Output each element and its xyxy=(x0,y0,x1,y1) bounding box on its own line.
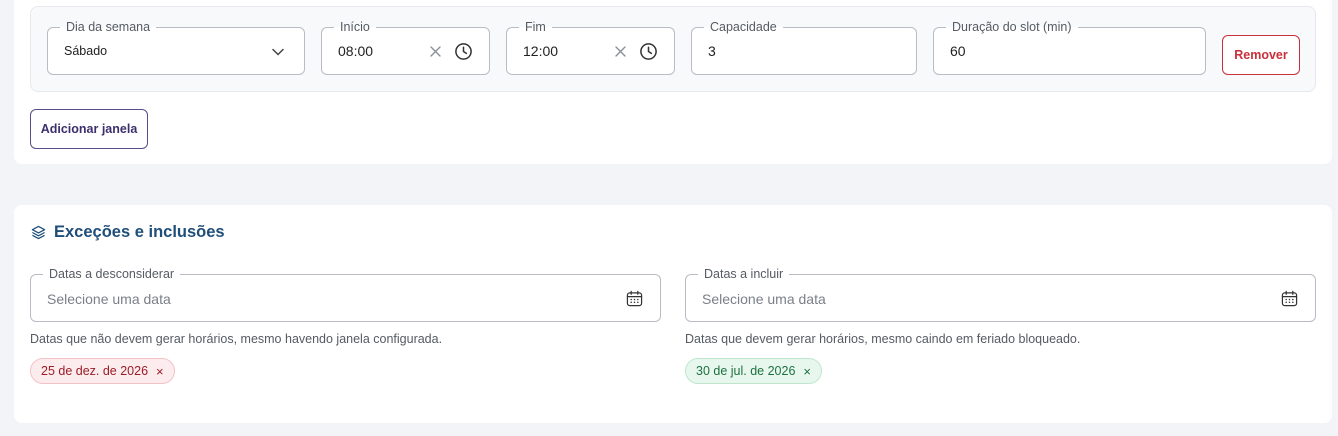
exclude-dates-helper: Datas que não devem gerar horários, mesm… xyxy=(30,332,443,346)
capacity-input[interactable]: Capacidade 3 xyxy=(691,19,917,75)
day-of-week-select[interactable]: Dia da semana Sábado xyxy=(47,19,305,75)
close-icon[interactable] xyxy=(428,44,442,58)
clock-icon[interactable] xyxy=(453,41,473,61)
section-title: Exceções e inclusões xyxy=(54,223,225,241)
chip-label: 25 de dez. de 2026 xyxy=(41,364,149,378)
start-time-field[interactable]: Início 08:00 xyxy=(321,19,490,75)
start-time-label: Início xyxy=(334,19,376,35)
day-of-week-value: Sábado xyxy=(64,44,108,58)
day-of-week-label: Dia da semana xyxy=(60,19,157,35)
layers-icon xyxy=(30,225,46,241)
end-time-value: 12:00 xyxy=(523,43,559,59)
slot-duration-value: 60 xyxy=(950,43,966,59)
include-dates-field[interactable]: Datas a incluir Selecione uma data xyxy=(685,266,1316,322)
exclude-dates-field[interactable]: Datas a desconsiderar Selecione uma data xyxy=(30,266,661,322)
close-icon[interactable] xyxy=(613,44,627,58)
include-dates-helper: Datas que devem gerar horários, mesmo ca… xyxy=(685,332,1081,346)
chevron-down-icon[interactable] xyxy=(270,44,286,60)
include-dates-placeholder: Selecione uma data xyxy=(702,291,826,307)
chip-label: 30 de jul. de 2026 xyxy=(696,364,796,378)
exceptions-card: Exceções e inclusões Datas a desconsider… xyxy=(14,205,1332,423)
include-date-chip: 30 de jul. de 2026 × xyxy=(685,358,822,384)
calendar-icon[interactable] xyxy=(625,289,643,307)
slot-duration-input[interactable]: Duração do slot (min) 60 xyxy=(933,19,1206,75)
capacity-value: 3 xyxy=(708,43,716,59)
exclude-date-chip: 25 de dez. de 2026 × xyxy=(30,358,175,384)
calendar-icon[interactable] xyxy=(1280,289,1298,307)
slot-duration-label: Duração do slot (min) xyxy=(946,19,1078,35)
remove-window-button[interactable]: Remover xyxy=(1222,35,1300,75)
exclude-dates-placeholder: Selecione uma data xyxy=(47,291,171,307)
include-dates-label: Datas a incluir xyxy=(698,266,790,282)
add-window-button[interactable]: Adicionar janela xyxy=(30,109,148,149)
start-time-value: 08:00 xyxy=(338,43,374,59)
capacity-label: Capacidade xyxy=(704,19,783,35)
end-time-label: Fim xyxy=(519,19,552,35)
window-row: Dia da semana Sábado Início 08:00 Fim 12… xyxy=(30,6,1316,92)
section-header: Exceções e inclusões xyxy=(30,223,225,242)
close-icon[interactable]: × xyxy=(156,365,164,378)
exclude-dates-label: Datas a desconsiderar xyxy=(43,266,181,282)
availability-windows-card: Dia da semana Sábado Início 08:00 Fim 12… xyxy=(14,0,1332,164)
end-time-field[interactable]: Fim 12:00 xyxy=(506,19,675,75)
clock-icon[interactable] xyxy=(638,41,658,61)
close-icon[interactable]: × xyxy=(803,365,811,378)
